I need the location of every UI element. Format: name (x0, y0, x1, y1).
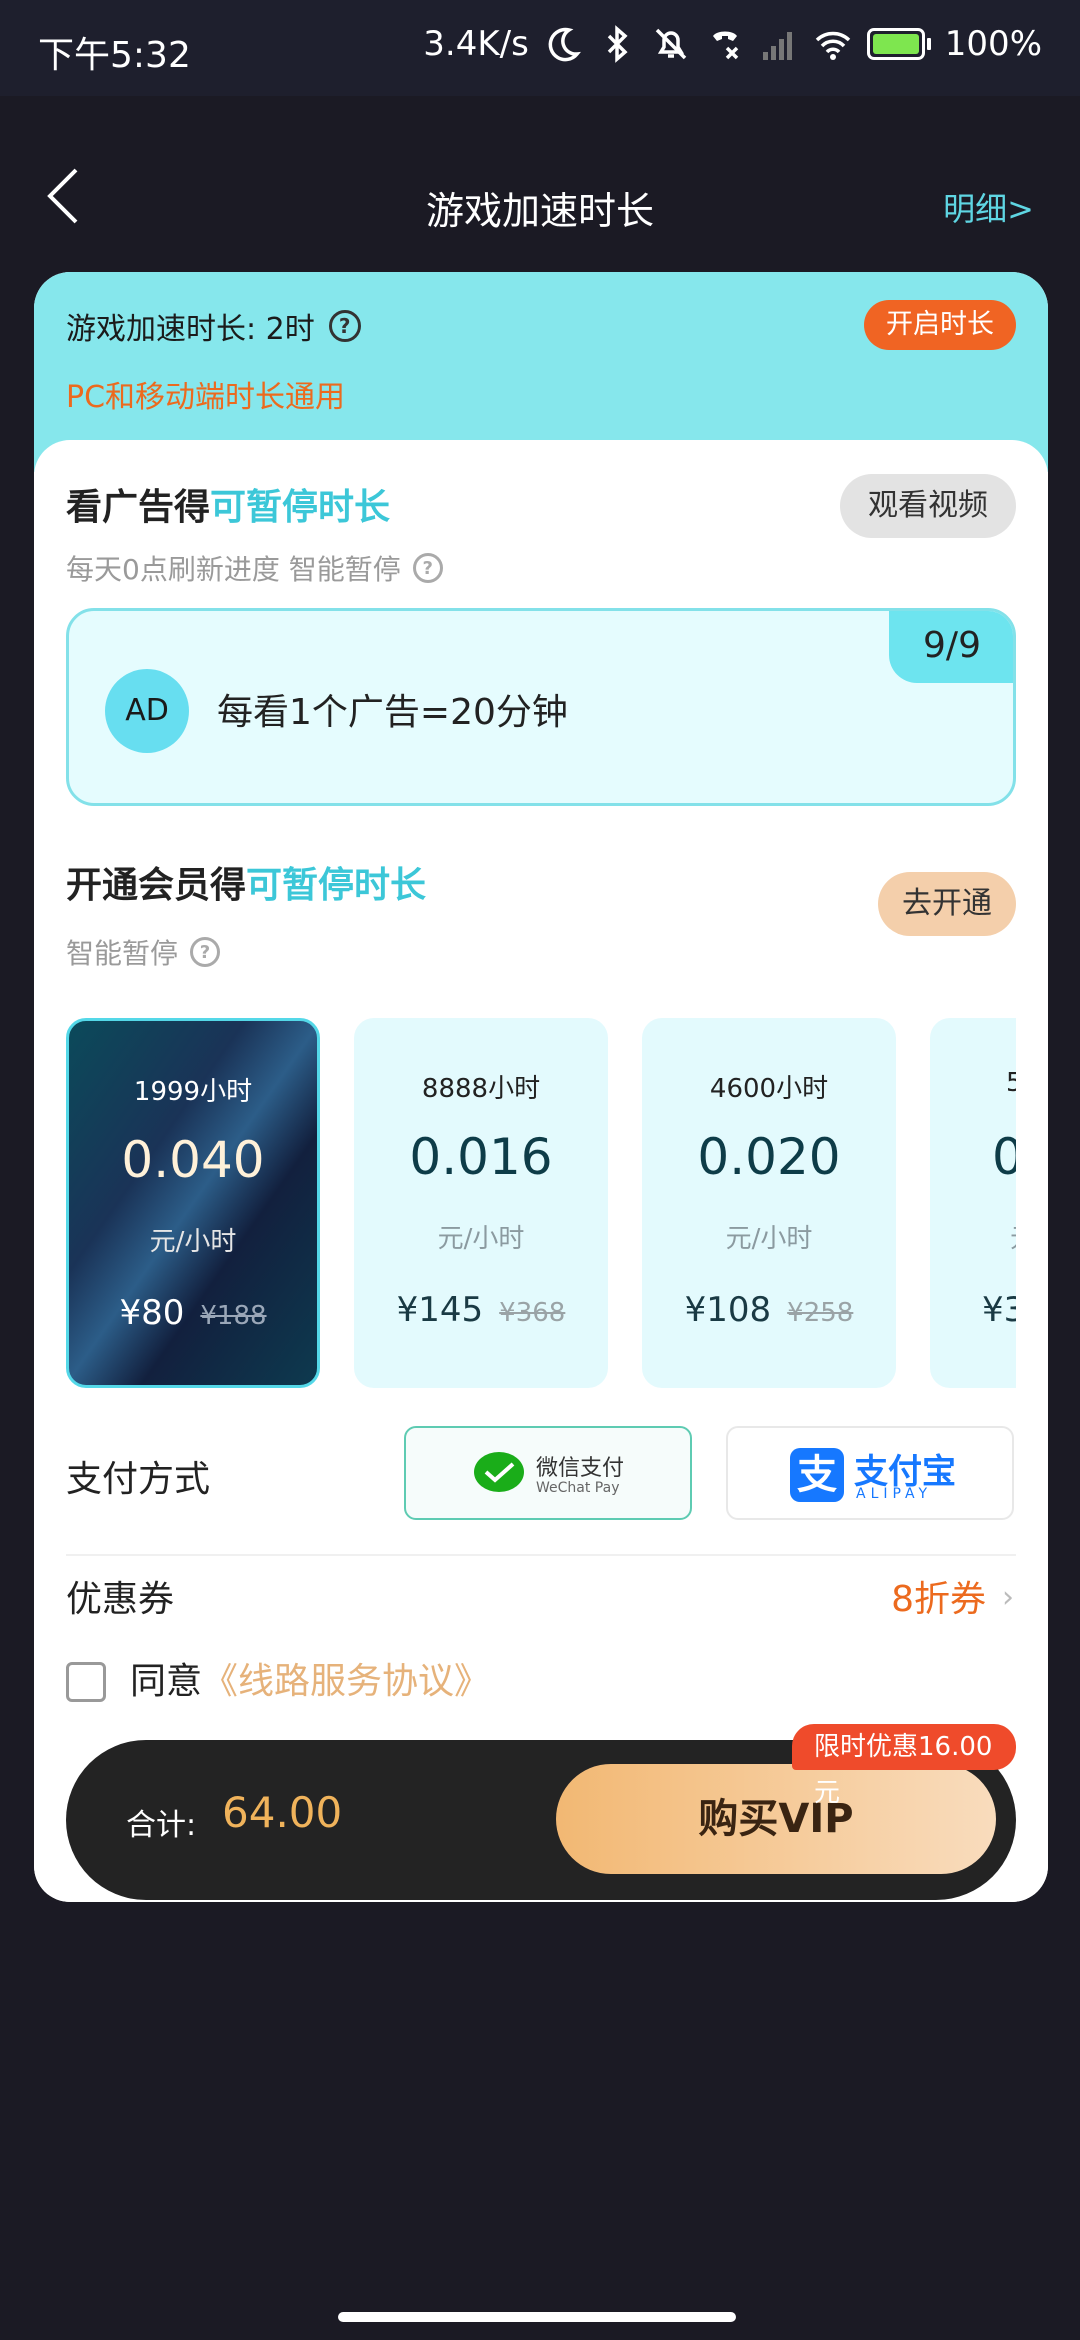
wechat-logo-icon (474, 1452, 524, 1492)
watch-video-button[interactable]: 观看视频 (840, 474, 1016, 538)
ad-title-prefix: 看广告得 (66, 487, 211, 528)
agreement-text: 同意《线路服务协议》 (130, 1652, 490, 1704)
divider (66, 1554, 1016, 1556)
alipay-en: ALIPAY (856, 1486, 933, 1502)
plan-hours: 1999小时 (133, 1077, 253, 1107)
status-icons: 3.4K/s 100% (423, 24, 1042, 64)
plan-price: ¥3 (982, 1290, 1016, 1330)
chevron-right-icon[interactable]: › (1002, 1580, 1014, 1615)
summary-subtitle: PC和移动端时长通用 (66, 380, 346, 415)
main-card: 游戏加速时长: 2时 ? PC和移动端时长通用 开启时长 看广告得可暂停时长 观… (34, 272, 1048, 1902)
alipay-logo-icon: 支 (790, 1448, 844, 1502)
plan-price: ¥80 (119, 1293, 185, 1333)
plan-unit: 元/小时 (725, 1224, 813, 1254)
card-body: 看广告得可暂停时长 观看视频 每天0点刷新进度 智能暂停 ? AD 每看1个广告… (34, 440, 1048, 1902)
home-indicator[interactable] (338, 2312, 736, 2322)
plan-unit: 元/小时 (437, 1224, 525, 1254)
checkout-bar: 合计: 64.00 购买VIP 限时优惠16.00元 (66, 1724, 1016, 1900)
help-icon[interactable]: ? (412, 553, 443, 583)
status-bar: 下午5:32 3.4K/s 100% (0, 0, 1080, 96)
agreement-link[interactable]: 《线路服务协议》 (202, 1661, 490, 1702)
ad-badge-icon: AD (105, 669, 189, 753)
app-header: 游戏加速时长 明细> (0, 96, 1080, 266)
plan-card-partial[interactable]: 5 0 元 ¥3 (930, 1018, 1016, 1388)
detail-link[interactable]: 明细> (943, 184, 1034, 230)
plan-price-row: ¥80 ¥188 (69, 1293, 317, 1333)
wechat-pay-en: WeChat Pay (536, 1480, 620, 1496)
plan-original-price: ¥188 (200, 1301, 267, 1331)
page-title: 游戏加速时长 (425, 189, 654, 233)
plan-original-price: ¥368 (499, 1298, 566, 1328)
call-icon (712, 31, 739, 60)
plan-list: 1999小时 0.040 元/小时 ¥80 ¥188 8888小时 0.016 … (66, 1018, 1016, 1390)
status-time: 下午5:32 (38, 35, 191, 76)
ad-section-subtitle: 每天0点刷新进度 智能暂停 (66, 553, 401, 586)
plan-unit: 元/小时 (149, 1227, 237, 1257)
total-value: 64.00 (222, 1788, 343, 1837)
wechat-pay-name: 微信支付 (536, 1456, 625, 1481)
plan-price: ¥108 (684, 1290, 772, 1330)
vip-title-highlight: 可暂停时长 (246, 865, 427, 906)
ad-section-subtitle-row: 每天0点刷新进度 智能暂停 ? (66, 548, 443, 588)
plan-price-per-hour: 0.040 (121, 1131, 265, 1189)
promo-tag: 限时优惠16.00元 (792, 1724, 1016, 1808)
plan-price-row: ¥108 ¥258 (642, 1290, 896, 1330)
plan-hours: 5 (1006, 1068, 1016, 1098)
plan-price: ¥145 (396, 1290, 484, 1330)
payment-label: 支付方式 (66, 1459, 211, 1500)
go-open-vip-button[interactable]: 去开通 (878, 872, 1016, 936)
plan-original-price: ¥258 (787, 1298, 854, 1328)
plan-price-row: ¥145 ¥368 (354, 1290, 608, 1330)
summary-title: 游戏加速时长: 2时 (66, 312, 315, 347)
help-icon[interactable]: ? (190, 937, 221, 967)
plan-card-selected[interactable]: 1999小时 0.040 元/小时 ¥80 ¥188 (66, 1018, 320, 1388)
network-speed: 3.4K/s (423, 24, 529, 64)
ad-reward-box[interactable]: AD 每看1个广告=20分钟 9/9 (66, 608, 1016, 806)
vip-section-subtitle: 智能暂停 (66, 937, 179, 970)
alipay-option[interactable]: 支 支付宝 ALIPAY (726, 1426, 1014, 1520)
signal-icon (762, 32, 792, 60)
moon-icon (548, 27, 581, 62)
open-duration-button[interactable]: 开启时长 (864, 300, 1016, 350)
plan-card[interactable]: 4600小时 0.020 元/小时 ¥108 ¥258 (642, 1018, 896, 1388)
plan-price-per-hour: 0.020 (697, 1128, 841, 1186)
ad-section-title: 看广告得可暂停时长 (66, 478, 390, 530)
battery-level: 100% (944, 24, 1042, 64)
wechat-pay-option[interactable]: 微信支付 WeChat Pay (404, 1426, 692, 1520)
plan-unit: 元 (930, 1218, 1016, 1255)
bell-off-icon (655, 28, 687, 60)
vip-title-prefix: 开通会员得 (66, 865, 247, 906)
wifi-icon (815, 31, 851, 60)
vip-section-title: 开通会员得可暂停时长 (66, 856, 426, 908)
vip-section-subtitle-row: 智能暂停 ? (66, 932, 221, 972)
plan-hours: 4600小时 (709, 1074, 829, 1104)
coupon-label: 优惠券 (66, 1579, 175, 1620)
agreement-checkbox[interactable] (66, 1662, 106, 1702)
plan-price-per-hour: 0 (992, 1128, 1016, 1186)
plan-price-per-hour: 0.016 (409, 1128, 553, 1186)
bluetooth-icon (607, 25, 628, 63)
ad-count-badge: 9/9 (889, 611, 1013, 683)
plan-price-row: ¥3 (930, 1290, 1016, 1330)
battery-icon (866, 28, 931, 60)
ad-title-highlight: 可暂停时长 (210, 487, 391, 528)
summary-title-row: 游戏加速时长: 2时 ? (66, 304, 361, 348)
plan-hours: 8888小时 (421, 1074, 541, 1104)
agreement-prefix: 同意 (130, 1661, 203, 1702)
buy-vip-button[interactable]: 购买VIP (556, 1764, 996, 1874)
total-label: 合计: (126, 1808, 197, 1843)
plan-card[interactable]: 8888小时 0.016 元/小时 ¥145 ¥368 (354, 1018, 608, 1388)
ad-reward-text: 每看1个广告=20分钟 (217, 692, 568, 733)
coupon-value[interactable]: 8折券 (891, 1570, 986, 1622)
help-icon[interactable]: ? (328, 310, 361, 342)
